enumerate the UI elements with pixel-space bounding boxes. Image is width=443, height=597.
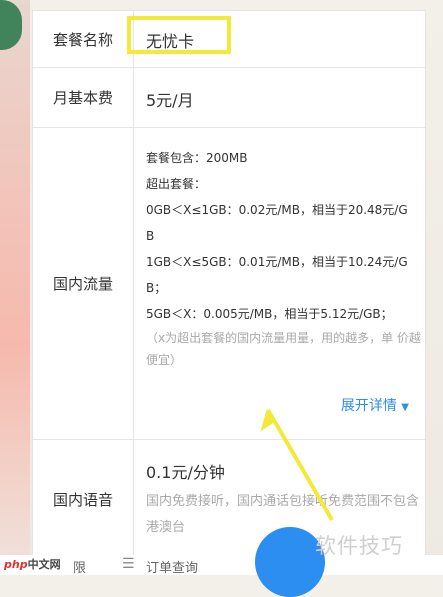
watermark-right: 软件技巧 [315,534,403,558]
order-query-tab[interactable]: 订单查询 [146,557,198,576]
tab-partial-label[interactable]: 限 [73,557,86,576]
watermark-php: php [4,558,28,571]
order-query-icon: ☰ [122,556,135,572]
annotation-arrow [260,408,334,522]
watermark-cn: 中文网 [27,558,61,571]
watermark-left: php中文网 [4,556,61,572]
